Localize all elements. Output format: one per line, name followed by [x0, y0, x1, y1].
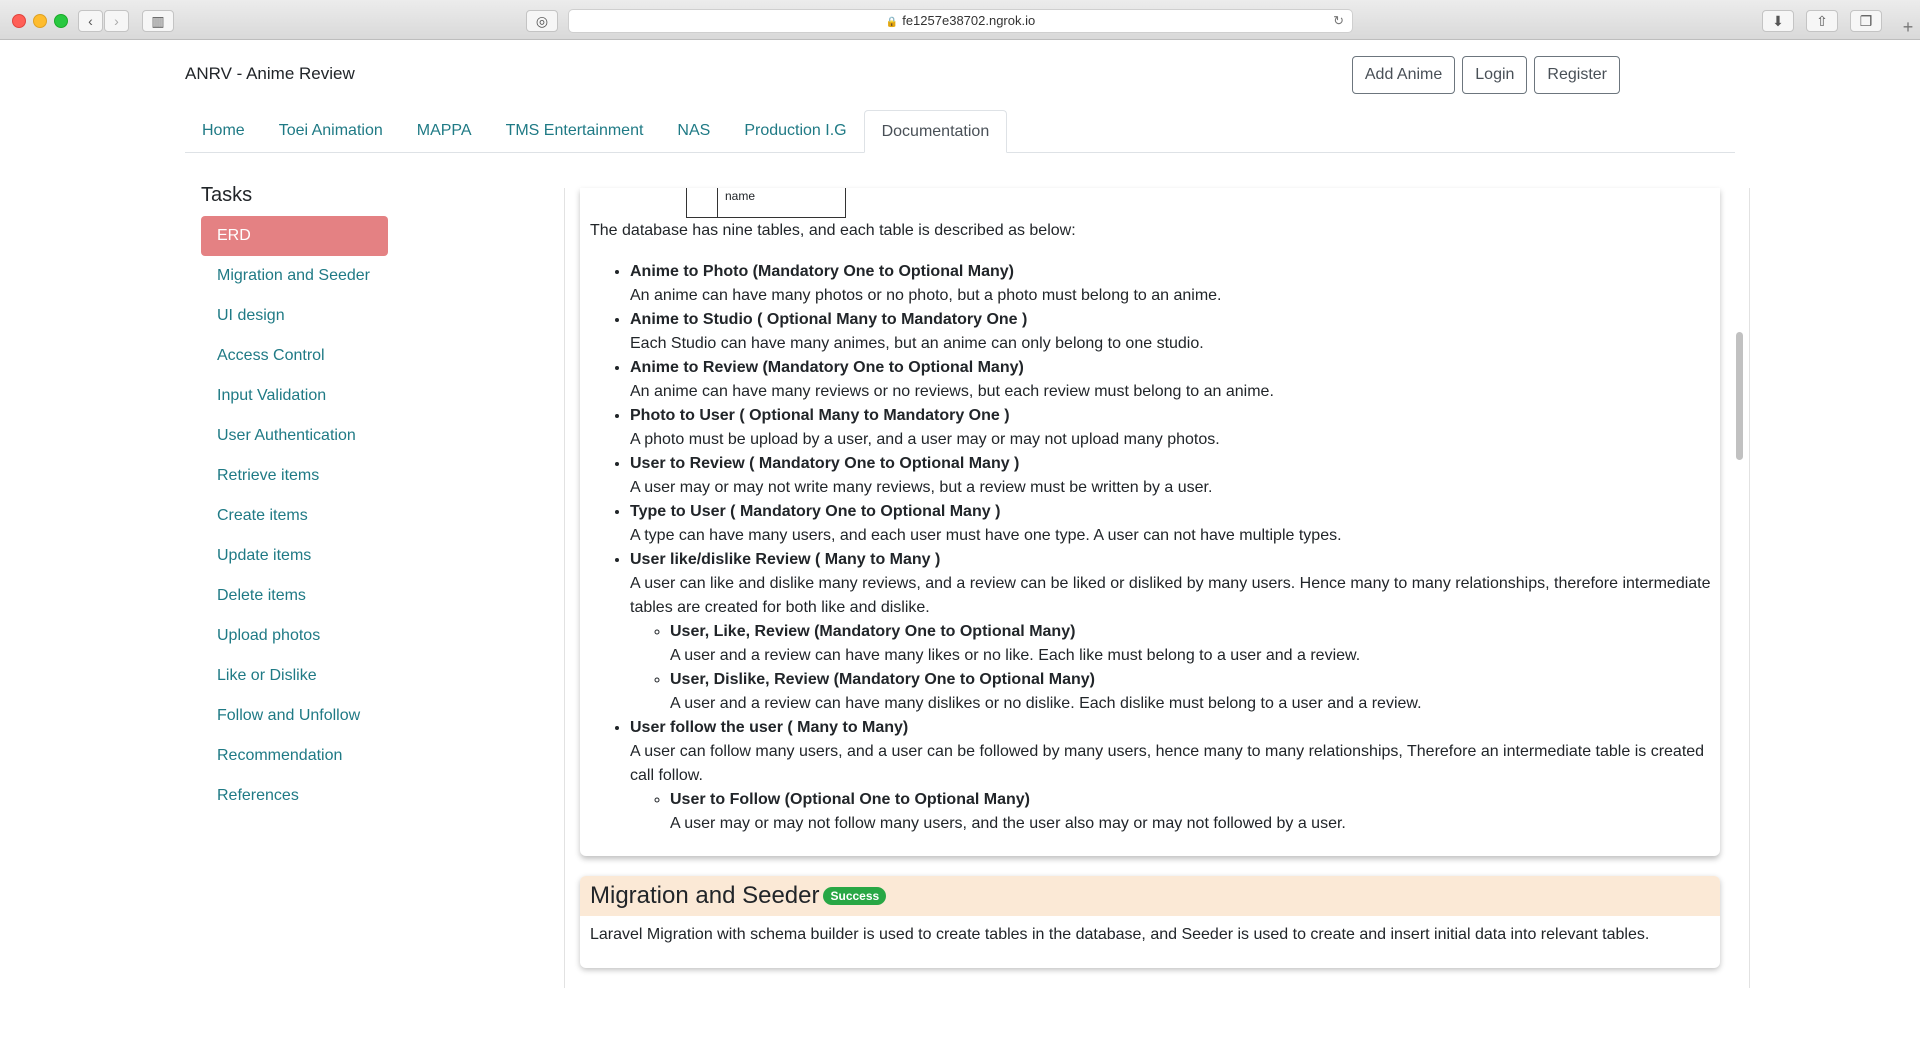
relation-desc: Each Studio can have many animes, but an… — [630, 335, 1204, 352]
list-item: Anime to Review (Mandatory One to Option… — [630, 356, 1725, 404]
sidebar-item-update-items[interactable]: Update items — [201, 536, 388, 576]
list-item: Anime to Studio ( Optional Many to Manda… — [630, 308, 1725, 356]
forward-icon[interactable]: › — [104, 10, 129, 32]
list-item: User like/dislike Review ( Many to Many … — [630, 548, 1725, 716]
relation-desc: A user may or may not follow many users,… — [670, 815, 1346, 832]
content-scrollbar[interactable] — [1736, 332, 1743, 460]
relation-title: Anime to Photo (Mandatory One to Optiona… — [630, 263, 1014, 280]
migration-card-header: Migration and Seeder Success — [580, 876, 1720, 916]
relationship-list: Anime to Photo (Mandatory One to Optiona… — [590, 260, 1725, 836]
extension-icon[interactable]: ◎ — [526, 10, 558, 32]
list-item: User to Follow (Optional One to Optional… — [670, 788, 1725, 836]
relation-title: Anime to Review (Mandatory One to Option… — [630, 359, 1024, 376]
list-item: User follow the user ( Many to Many) A us… — [630, 716, 1725, 836]
migration-title: Migration and Seeder — [590, 882, 820, 909]
list-item: Anime to Photo (Mandatory One to Optiona… — [630, 260, 1725, 308]
migration-text: Laravel Migration with schema builder is… — [590, 926, 1650, 943]
relation-title: User to Review ( Mandatory One to Option… — [630, 455, 1020, 472]
address-bar[interactable]: 🔒 fe1257e38702.ngrok.io ↻ — [568, 9, 1353, 33]
sidebar-item-references[interactable]: References — [201, 776, 388, 816]
erd-intro: The database has nine tables, and each t… — [590, 222, 1076, 239]
task-list: ERD Migration and Seeder UI design Acces… — [201, 216, 388, 816]
minimize-window-button[interactable] — [33, 14, 47, 28]
relation-title: Anime to Studio ( Optional Many to Manda… — [630, 311, 1028, 328]
erd-attribute: name — [717, 188, 755, 218]
add-anime-button[interactable]: Add Anime — [1351, 56, 1456, 94]
sidebar-item-retrieve-items[interactable]: Retrieve items — [201, 456, 388, 496]
relation-desc: A user can follow many users, and a user… — [630, 743, 1705, 784]
share-icon[interactable]: ⇧ — [1806, 10, 1838, 32]
back-icon[interactable]: ‹ — [78, 10, 103, 32]
studio-tabs: Home Toei Animation MAPPA TMS Entertainm… — [185, 110, 1735, 153]
sidebar-item-access-control[interactable]: Access Control — [201, 336, 388, 376]
auth-buttons: Add Anime Login Register — [1351, 56, 1620, 94]
relation-desc: A type can have many users, and each use… — [630, 527, 1342, 544]
relation-title: Type to User ( Mandatory One to Optional… — [630, 503, 1001, 520]
relation-title: User, Like, Review (Mandatory One to Opt… — [670, 623, 1076, 640]
sidebar-item-recommendation[interactable]: Recommendation — [201, 736, 388, 776]
relation-title: User to Follow (Optional One to Optional… — [670, 791, 1030, 808]
tab-tms-entertainment[interactable]: TMS Entertainment — [489, 110, 661, 152]
erd-diagram-fragment: name — [686, 188, 846, 218]
site-brand[interactable]: ANRV - Anime Review — [185, 64, 355, 84]
tab-mappa[interactable]: MAPPA — [400, 110, 489, 152]
relation-desc: A user may or may not write many reviews… — [630, 479, 1213, 496]
tabs-overview-icon[interactable]: ❐ — [1850, 10, 1882, 32]
new-tab-icon[interactable]: + — [1896, 15, 1920, 39]
list-item: User to Review ( Mandatory One to Option… — [630, 452, 1725, 500]
relation-desc: A photo must be upload by a user, and a … — [630, 431, 1220, 448]
tab-documentation[interactable]: Documentation — [863, 110, 1008, 153]
sidebar-item-erd[interactable]: ERD — [201, 216, 388, 256]
url-text: fe1257e38702.ngrok.io — [902, 13, 1036, 28]
sidebar-item-input-validation[interactable]: Input Validation — [201, 376, 388, 416]
relation-desc: A user and a review can have many dislik… — [670, 695, 1422, 712]
close-window-button[interactable] — [12, 14, 26, 28]
sidebar-item-ui-design[interactable]: UI design — [201, 296, 388, 336]
relation-desc: An anime can have many reviews or no rev… — [630, 383, 1274, 400]
tab-toei-animation[interactable]: Toei Animation — [262, 110, 400, 152]
status-badge: Success — [823, 887, 887, 905]
relation-desc: A user and a review can have many likes … — [670, 647, 1361, 664]
list-item: User, Like, Review (Mandatory One to Opt… — [670, 620, 1725, 668]
zoom-window-button[interactable] — [54, 14, 68, 28]
tab-production-ig[interactable]: Production I.G — [727, 110, 863, 152]
sidebar-item-migration-and-seeder[interactable]: Migration and Seeder — [201, 256, 388, 296]
relation-title: User, Dislike, Review (Mandatory One to … — [670, 671, 1095, 688]
register-button[interactable]: Register — [1534, 56, 1620, 94]
reload-icon[interactable]: ↻ — [1333, 10, 1344, 32]
sidebar-item-delete-items[interactable]: Delete items — [201, 576, 388, 616]
relation-desc: A user can like and dislike many reviews… — [630, 575, 1711, 616]
relation-title: User like/dislike Review ( Many to Many … — [630, 551, 941, 568]
sidebar-toggle-icon[interactable]: ▥ — [142, 10, 174, 32]
sidebar-item-upload-photos[interactable]: Upload photos — [201, 616, 388, 656]
tab-home[interactable]: Home — [185, 110, 262, 152]
list-item: Type to User ( Mandatory One to Optional… — [630, 500, 1725, 548]
lock-icon: 🔒 — [885, 17, 899, 28]
relation-title: User follow the user ( Many to Many) — [630, 719, 909, 736]
list-item: Photo to User ( Optional Many to Mandato… — [630, 404, 1725, 452]
tab-nas[interactable]: NAS — [660, 110, 727, 152]
relation-title: Photo to User ( Optional Many to Mandato… — [630, 407, 1010, 424]
login-button[interactable]: Login — [1462, 56, 1528, 94]
relation-desc: An anime can have many photos or no phot… — [630, 287, 1222, 304]
sidebar-item-create-items[interactable]: Create items — [201, 496, 388, 536]
migration-card: Migration and Seeder Success Laravel Migr… — [580, 876, 1720, 968]
list-item: User, Dislike, Review (Mandatory One to … — [670, 668, 1725, 716]
sidebar-title: Tasks — [201, 184, 253, 206]
sidebar-item-follow-and-unfollow[interactable]: Follow and Unfollow — [201, 696, 388, 736]
sidebar-item-user-authentication[interactable]: User Authentication — [201, 416, 388, 456]
downloads-icon[interactable]: ⬇ — [1762, 10, 1794, 32]
browser-toolbar: ‹ › ▥ ◎ 🔒 fe1257e38702.ngrok.io ↻ ⬇ ⇧ ❐ + — [0, 0, 1920, 40]
sidebar-item-like-or-dislike[interactable]: Like or Dislike — [201, 656, 388, 696]
